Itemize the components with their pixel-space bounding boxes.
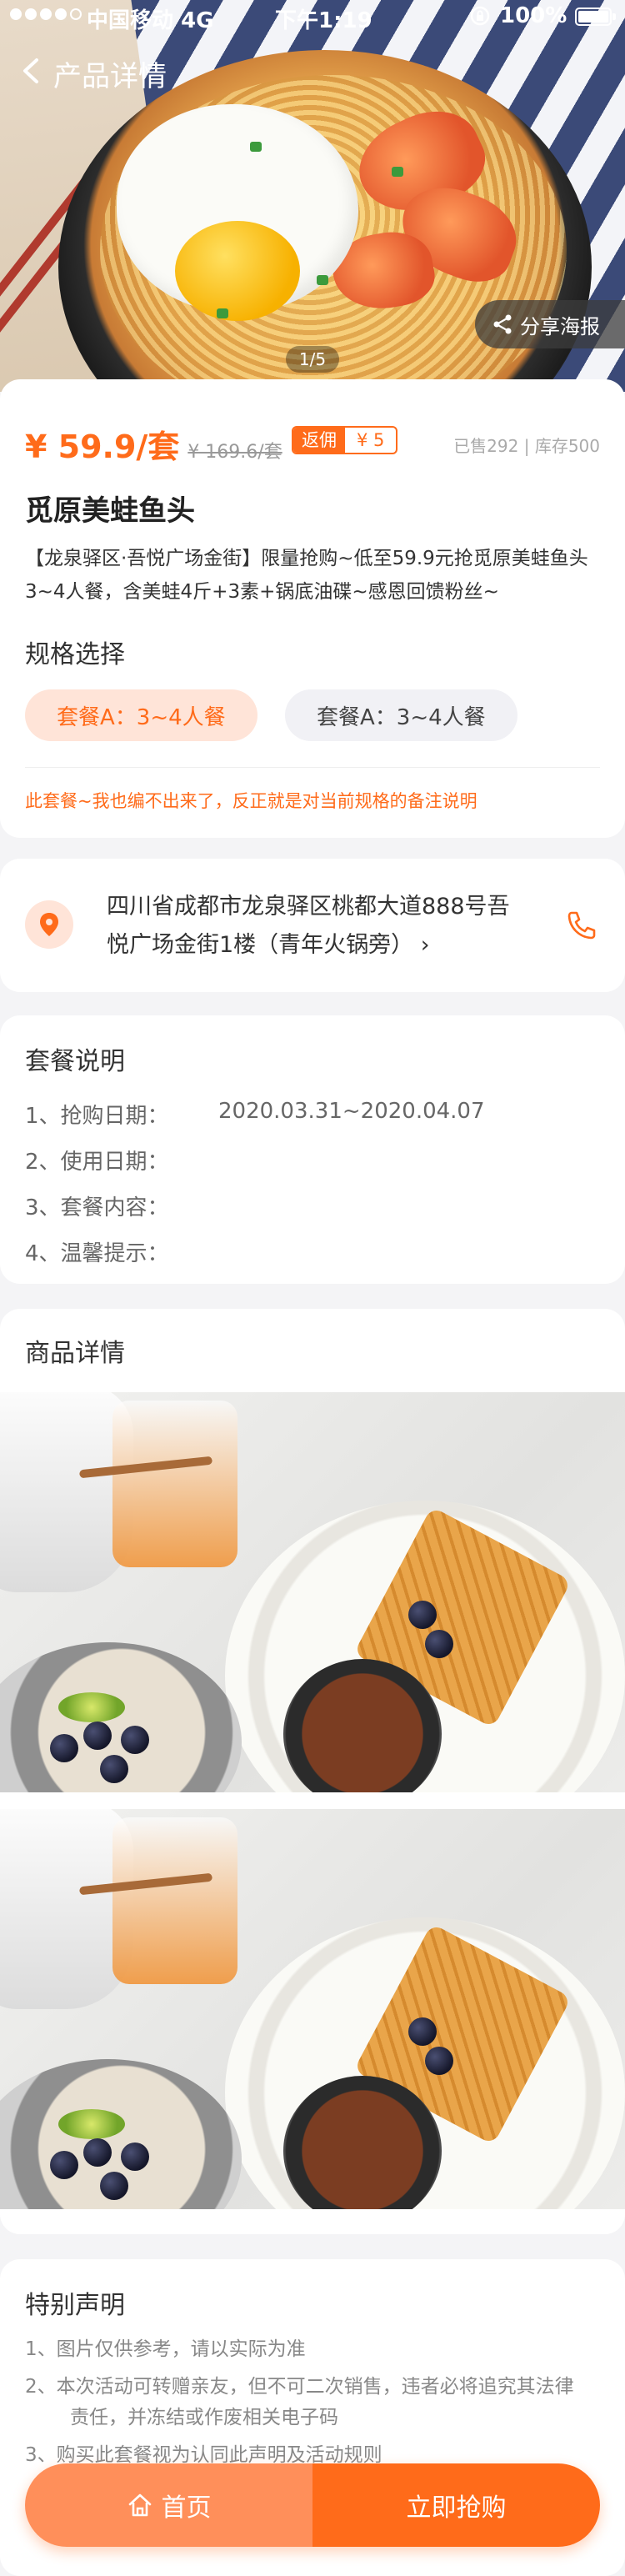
package-row-label: 2、使用日期：: [25, 1150, 169, 1175]
statement-line: 责任，并冻结或作废相关电子码: [70, 2407, 338, 2428]
statement-line: 1、图片仅供参考，请以实际为准: [25, 2338, 306, 2360]
package-row-value: 2020.03.31~2020.04.07: [218, 1099, 485, 1124]
rebate-badge: 返佣 ¥ 5: [292, 426, 398, 454]
home-icon: [128, 2493, 151, 2517]
spec-heading: 规格选择: [25, 640, 125, 669]
product-detail-card: 商品详情: [0, 1309, 625, 2234]
home-button[interactable]: 首页: [25, 2463, 312, 2547]
detail-heading: 商品详情: [25, 1339, 125, 1368]
carousel-pager: 1/5: [286, 346, 339, 373]
statement-line: 2、本次活动可转赠亲友，但不可二次销售，违者必将追究其法律: [25, 2376, 574, 2398]
share-icon: [493, 314, 512, 334]
package-info-card: 套餐说明 1、抢购日期： 2020.03.31~2020.04.07 2、使用日…: [0, 1015, 625, 1284]
home-label: 首页: [161, 2493, 212, 2523]
bottom-action-bar: 首页 立即抢购: [25, 2463, 600, 2547]
scallion-image: [217, 308, 228, 318]
address-card[interactable]: 四川省成都市龙泉驿区桃都大道888号吾悦广场金街1楼（青年火锅旁） ›: [0, 859, 625, 992]
statement-heading: 特别声明: [25, 2291, 125, 2320]
battery-percentage: 100%: [500, 3, 568, 28]
rotation-lock-icon: [470, 6, 490, 26]
scallion-image: [250, 142, 262, 152]
hero-carousel[interactable]: 中国移动 4G 下午1:19 100% 产品详情 分享海报 1/5: [0, 0, 625, 392]
product-info-card: ¥ 59.9/套 ¥ 169.6/套 返佣 ¥ 5 已售292 | 库存500 …: [0, 379, 625, 838]
breakfast-photo: [0, 1809, 625, 2209]
egg-yolk-image: [175, 221, 300, 321]
signal-strength-icon: [10, 8, 82, 20]
carrier-label: 中国移动 4G: [87, 8, 214, 33]
current-price: ¥ 59.9/套: [25, 428, 180, 465]
spec-note: 此套餐~我也编不出来了，反正就是对当前规格的备注说明: [25, 791, 478, 811]
product-description: 【龙泉驿区·吾悦广场金街】限量抢购~低至59.9元抢觅原美蛙鱼头3~4人餐，含美…: [25, 548, 588, 603]
product-title: 觅原美蛙鱼头: [25, 494, 195, 528]
phone-icon[interactable]: [565, 909, 598, 942]
package-row-label: 3、套餐内容：: [25, 1195, 169, 1220]
divider: [25, 767, 600, 768]
rebate-label: 返佣: [293, 428, 345, 453]
status-bar: 中国移动 4G 下午1:19 100%: [0, 0, 625, 33]
spec-option[interactable]: 套餐A：3~4人餐: [285, 689, 518, 741]
breakfast-photo: [0, 1392, 625, 1792]
nav-bar: 产品详情: [0, 42, 625, 100]
page-title: 产品详情: [53, 60, 167, 93]
original-price: ¥ 169.6/套: [188, 442, 282, 463]
scallion-image: [317, 275, 328, 285]
back-arrow-icon[interactable]: [20, 57, 43, 85]
location-pin-icon: [25, 900, 73, 949]
rebate-value: ¥ 5: [357, 430, 385, 450]
package-heading: 套餐说明: [25, 1047, 125, 1076]
clock: 下午1:19: [275, 8, 372, 33]
store-address[interactable]: 四川省成都市龙泉驿区桃都大道888号吾悦广场金街1楼（青年火锅旁） ›: [107, 888, 523, 965]
price-row: ¥ 59.9/套 ¥ 169.6/套: [25, 421, 282, 467]
package-row-label: 4、温馨提示：: [25, 1241, 169, 1266]
share-poster-button[interactable]: 分享海报: [475, 300, 625, 348]
spec-option-selected[interactable]: 套餐A：3~4人餐: [25, 689, 258, 741]
buy-now-button[interactable]: 立即抢购: [312, 2463, 600, 2547]
sales-stock-info: 已售292 | 库存500: [453, 436, 600, 456]
battery-icon: [575, 8, 616, 26]
scallion-image: [392, 167, 403, 177]
package-row-label: 1、抢购日期：: [25, 1104, 169, 1129]
chevron-right-icon: ›: [420, 932, 430, 958]
share-label: 分享海报: [520, 314, 600, 338]
